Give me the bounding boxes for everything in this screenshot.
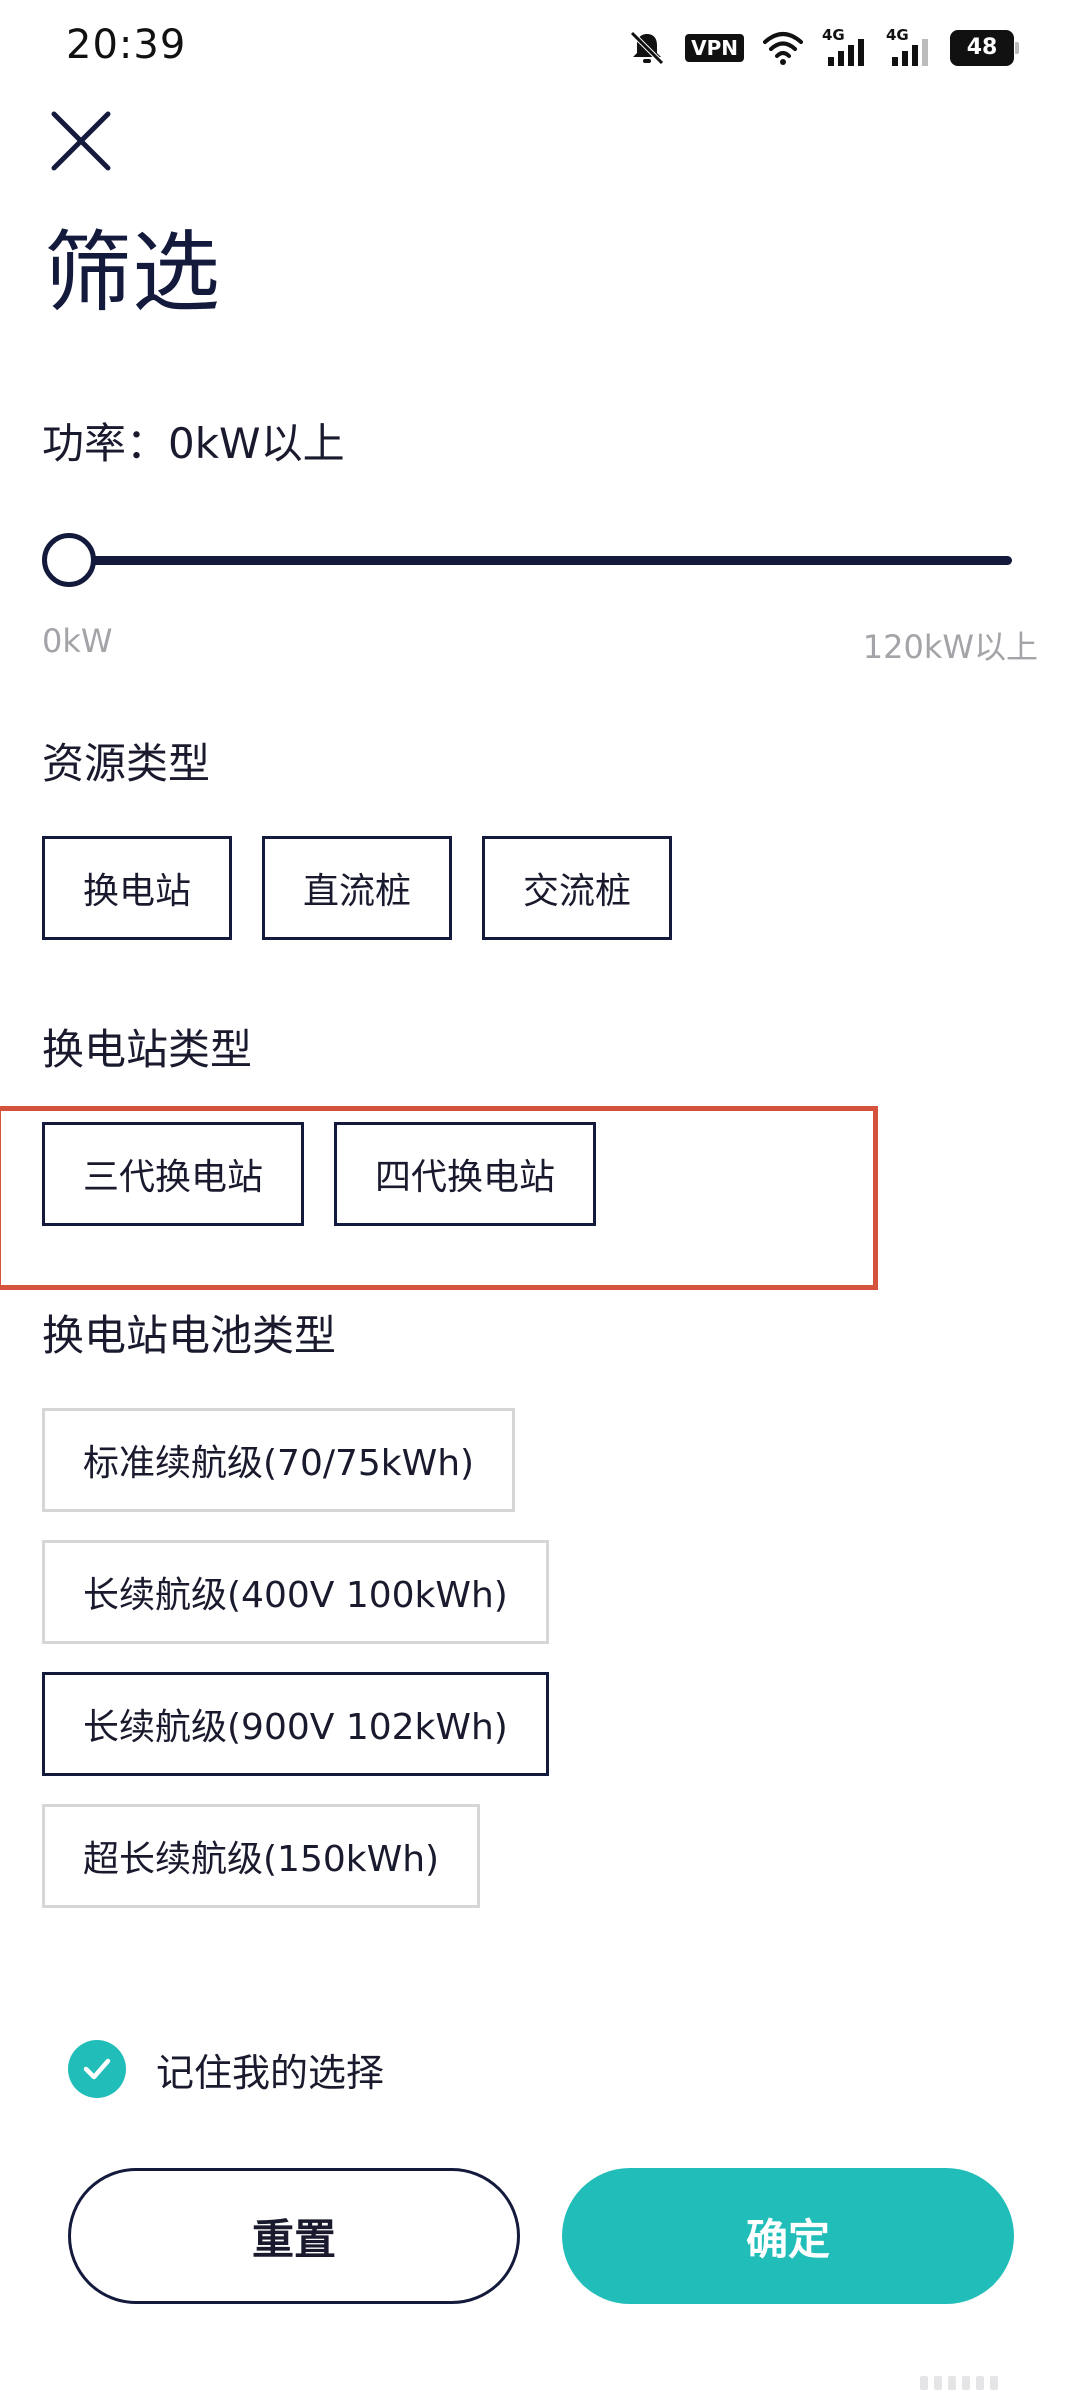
section-title-battery-type: 换电站电池类型 <box>42 1311 337 1360</box>
battery-option-long-900v[interactable]: 长续航级(900V 102kWh) <box>42 1672 549 1776</box>
reset-button[interactable]: 重置 <box>68 2168 520 2304</box>
range-max-label: 120kW以上 <box>862 628 1038 666</box>
battery-option-ultra-long[interactable]: 超长续航级(150kWh) <box>42 1804 481 1908</box>
battery-icon: 48 <box>950 30 1019 66</box>
battery-type-options: 标准续航级(70/75kWh) 长续航级(400V 100kWh) 长续航级(9… <box>42 1408 549 1908</box>
battery-option-standard[interactable]: 标准续航级(70/75kWh) <box>42 1408 516 1512</box>
page-title: 筛选 <box>44 221 221 324</box>
remember-choice-toggle[interactable]: 记住我的选择 <box>68 2040 384 2098</box>
power-slider[interactable] <box>42 530 1012 590</box>
resource-type-options: 换电站 直流桩 交流桩 <box>42 836 673 940</box>
remember-choice-label: 记住我的选择 <box>156 2050 385 2095</box>
resource-option-dc-pile[interactable]: 直流桩 <box>262 836 453 940</box>
close-icon <box>51 111 111 171</box>
resource-option-swap-station[interactable]: 换电站 <box>42 836 233 940</box>
section-title-resource-type: 资源类型 <box>42 739 211 788</box>
remember-checkbox[interactable] <box>68 2040 126 2098</box>
signal-4g-icon: 4G <box>822 26 868 68</box>
vpn-icon: VPN <box>685 34 744 62</box>
confirm-button[interactable]: 确定 <box>562 2168 1014 2304</box>
slider-track <box>66 556 1012 565</box>
wifi-icon <box>763 32 803 65</box>
signal-4g-icon: 4G <box>886 26 932 68</box>
range-min-label: 0kW <box>42 622 113 660</box>
station-type-options: 三代换电站 四代换电站 <box>42 1122 597 1226</box>
status-bar: 20:39 VPN 4G 4G 48 <box>0 0 1080 90</box>
status-time: 20:39 <box>66 22 187 68</box>
power-label: 功率：0kW以上 <box>42 419 345 468</box>
station-option-gen3[interactable]: 三代换电站 <box>42 1122 305 1226</box>
checkmark-icon <box>83 2058 111 2080</box>
section-title-station-type: 换电站类型 <box>42 1025 253 1074</box>
mute-icon <box>630 31 664 65</box>
navigation-hint-icon <box>920 2376 998 2390</box>
slider-thumb[interactable] <box>42 533 96 587</box>
close-button[interactable] <box>46 106 116 176</box>
station-option-gen4[interactable]: 四代换电站 <box>334 1122 597 1226</box>
resource-option-ac-pile[interactable]: 交流桩 <box>482 836 673 940</box>
battery-option-long-400v[interactable]: 长续航级(400V 100kWh) <box>42 1540 549 1644</box>
status-icons: VPN 4G 4G 48 <box>627 26 1019 70</box>
